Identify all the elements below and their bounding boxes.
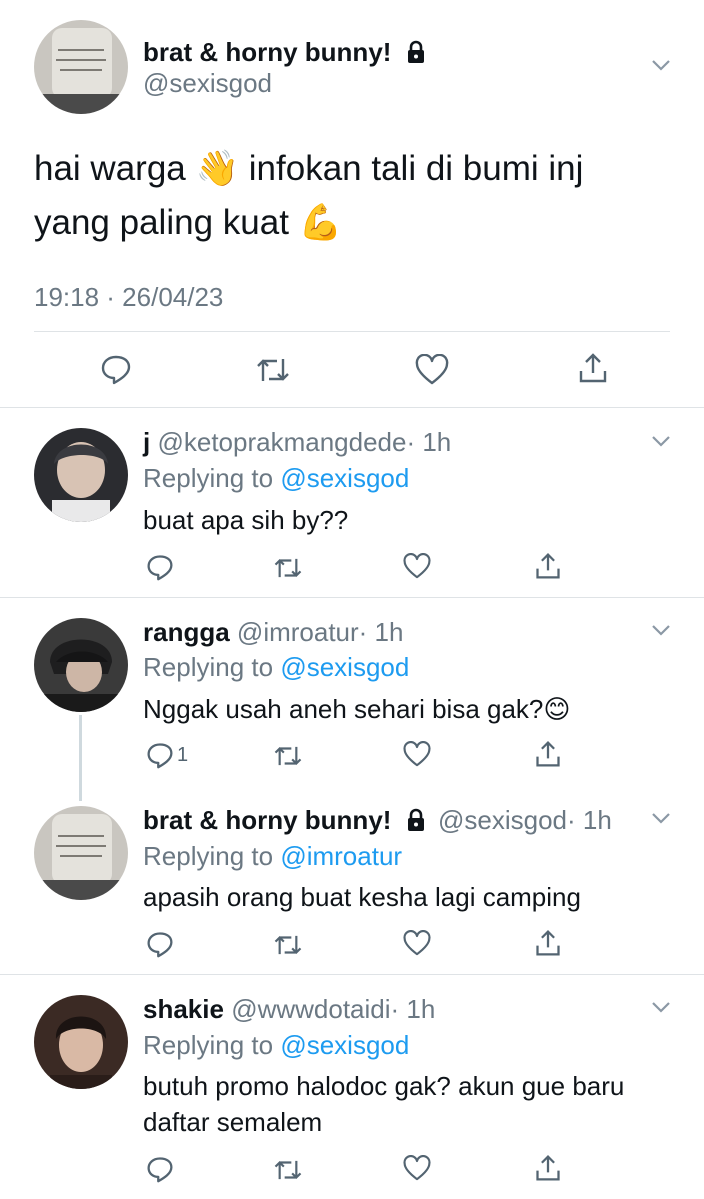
thread-connector bbox=[79, 715, 82, 801]
reply-1-handle[interactable]: @ketoprakmangdede bbox=[157, 427, 406, 457]
avatar-main[interactable] bbox=[34, 20, 128, 114]
lock-icon bbox=[404, 40, 428, 64]
reply-icon[interactable] bbox=[146, 553, 174, 581]
reply-4-text-line-1: butuh promo halodoc gak? akun gue baru bbox=[143, 1071, 625, 1101]
reply-1-text: buat apa sih by?? bbox=[143, 505, 349, 535]
reply-4-handle[interactable]: @wwwdotaidi bbox=[231, 994, 390, 1024]
share-icon[interactable] bbox=[534, 1153, 562, 1183]
main-tweet-line-2: yang paling kuat 💪 bbox=[34, 203, 343, 242]
reply-icon[interactable] bbox=[146, 930, 174, 958]
main-display-name[interactable]: brat & horny bunny! bbox=[143, 37, 391, 67]
avatar-reply-2[interactable] bbox=[34, 618, 128, 712]
section-divider bbox=[0, 597, 704, 598]
reply-icon[interactable] bbox=[100, 353, 132, 385]
reply-2-header: rangga @imroatur· 1h bbox=[143, 616, 403, 648]
reply-1-replying-to: Replying to @sexisgod bbox=[143, 463, 410, 493]
reply-2-text: Nggak usah aneh sehari bisa gak?😊 bbox=[143, 694, 571, 724]
like-icon[interactable] bbox=[415, 354, 449, 386]
chevron-down-icon[interactable] bbox=[650, 619, 672, 641]
chevron-down-icon[interactable] bbox=[650, 807, 672, 829]
reply-3-display-name[interactable]: brat & horny bunny! bbox=[143, 805, 391, 835]
lock-icon bbox=[404, 808, 428, 832]
reply-4-header: shakie @wwwdotaidi· 1h bbox=[143, 993, 435, 1025]
reply-2-time[interactable]: · 1h bbox=[359, 617, 404, 647]
reply-4-text-line-2: daftar semalem bbox=[143, 1107, 323, 1137]
reply-3-header: brat & horny bunny! bbox=[143, 804, 391, 836]
replying-to-link[interactable]: @sexisgod bbox=[280, 1030, 409, 1060]
reply-icon[interactable] bbox=[146, 1155, 174, 1183]
reply-3-meta: @sexisgod· 1h bbox=[438, 804, 612, 836]
retweet-icon[interactable] bbox=[273, 555, 303, 581]
reply-4-text: butuh promo halodoc gak? akun gue baru d… bbox=[143, 1068, 624, 1140]
like-icon[interactable] bbox=[403, 741, 431, 768]
chevron-down-icon[interactable] bbox=[650, 430, 672, 452]
share-icon[interactable] bbox=[534, 739, 562, 769]
replying-to-link[interactable]: @sexisgod bbox=[280, 652, 409, 682]
retweet-icon[interactable] bbox=[255, 355, 291, 385]
avatar-reply-4[interactable] bbox=[34, 995, 128, 1089]
avatar-reply-1[interactable] bbox=[34, 428, 128, 522]
retweet-icon[interactable] bbox=[273, 932, 303, 958]
chevron-down-icon[interactable] bbox=[650, 54, 672, 76]
like-icon[interactable] bbox=[403, 930, 431, 957]
reply-4-replying-to: Replying to @sexisgod bbox=[143, 1030, 410, 1060]
share-icon[interactable] bbox=[577, 351, 609, 385]
main-handle[interactable]: @sexisgod bbox=[143, 68, 272, 98]
section-divider bbox=[0, 407, 704, 408]
main-timestamp[interactable]: 19:18 · 26/04/23 bbox=[34, 282, 223, 312]
reply-2-display-name[interactable]: rangga bbox=[143, 617, 230, 647]
retweet-icon[interactable] bbox=[273, 743, 303, 769]
reply-1-header: j @ketoprakmangdede· 1h bbox=[143, 426, 451, 458]
main-tweet-text: hai warga 👋 infokan tali di bumi inj yan… bbox=[34, 142, 583, 250]
chevron-down-icon[interactable] bbox=[650, 996, 672, 1018]
reply-1-time[interactable]: · 1h bbox=[406, 427, 451, 457]
reply-1-display-name[interactable]: j bbox=[143, 427, 150, 457]
reply-4-time[interactable]: · 1h bbox=[391, 994, 436, 1024]
reply-4-display-name[interactable]: shakie bbox=[143, 994, 224, 1024]
reply-2-replying-to: Replying to @sexisgod bbox=[143, 652, 410, 682]
share-icon[interactable] bbox=[534, 928, 562, 958]
retweet-icon[interactable] bbox=[273, 1157, 303, 1183]
reply-3-handle[interactable]: @sexisgod bbox=[438, 805, 567, 835]
reply-2-handle[interactable]: @imroatur bbox=[237, 617, 359, 647]
main-tweet-line-1: hai warga 👋 infokan tali di bumi inj bbox=[34, 149, 584, 188]
share-icon[interactable] bbox=[534, 551, 562, 581]
reply-icon[interactable] bbox=[146, 741, 174, 769]
replying-to-link[interactable]: @imroatur bbox=[280, 841, 402, 871]
reply-count: 1 bbox=[177, 744, 189, 766]
reply-3-time[interactable]: · 1h bbox=[567, 805, 612, 835]
reply-3-text: apasih orang buat kesha lagi camping bbox=[143, 882, 581, 912]
main-divider bbox=[34, 331, 670, 332]
reply-3-replying-to: Replying to @imroatur bbox=[143, 841, 403, 871]
like-icon[interactable] bbox=[403, 1155, 431, 1182]
replying-to-link[interactable]: @sexisgod bbox=[280, 463, 409, 493]
section-divider bbox=[0, 974, 704, 975]
like-icon[interactable] bbox=[403, 553, 431, 580]
avatar-reply-3[interactable] bbox=[34, 806, 128, 900]
